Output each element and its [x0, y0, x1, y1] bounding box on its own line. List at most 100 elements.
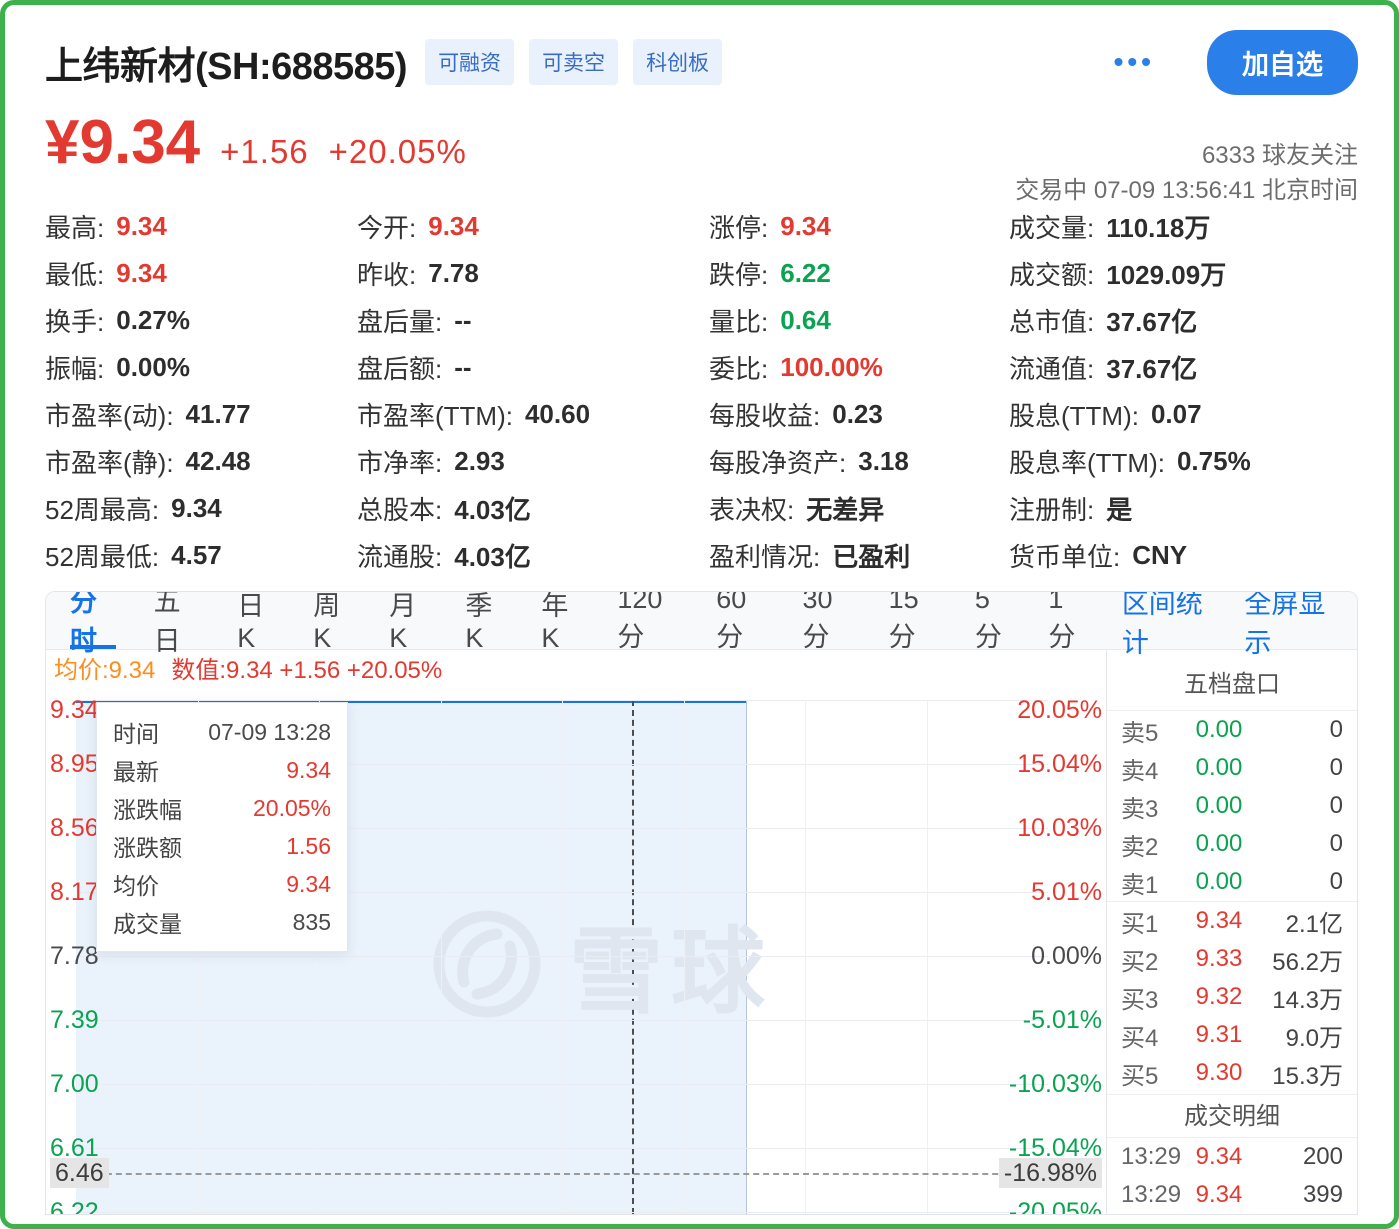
- quote-meta: 6333 球友关注 交易中 07-09 13:56:41 北京时间: [1015, 138, 1358, 208]
- level-volume: 0: [1253, 754, 1343, 782]
- stats-grid: 最高:9.34最低:9.34换手:0.27%振幅:0.00%市盈率(动):41.…: [45, 203, 1358, 579]
- stock-badge[interactable]: 可卖空: [529, 39, 618, 85]
- level-volume: 9.0万: [1253, 1018, 1343, 1053]
- stat-label: 股息(TTM):: [1009, 396, 1139, 433]
- stat-label: 每股净资产:: [709, 443, 846, 480]
- level-volume: 0: [1253, 868, 1343, 896]
- ask-row[interactable]: 卖30.000: [1107, 787, 1357, 825]
- level-label: 卖5: [1121, 713, 1185, 748]
- stats-column: 今开:9.34昨收:7.78盘后量:--盘后额:--市盈率(TTM):40.60…: [357, 203, 709, 579]
- v-gridline: [562, 700, 563, 1214]
- stat-label: 总市值:: [1009, 302, 1094, 339]
- stat-value: 37.67亿: [1106, 349, 1197, 386]
- tab-30分[interactable]: 30分: [802, 592, 850, 649]
- bid-rows: 买19.342.1亿买29.3356.2万买39.3214.3万买49.319.…: [1107, 901, 1357, 1092]
- price-axis-label: 7.39: [50, 1005, 99, 1035]
- stat-label: 盈利情况:: [709, 537, 820, 574]
- stat-label: 成交额:: [1009, 255, 1094, 292]
- stat-row: 市盈率(静):42.48: [45, 438, 357, 485]
- tab-月K[interactable]: 月K: [389, 592, 427, 649]
- stat-value: 1029.09万: [1106, 255, 1226, 292]
- price-axis-label: 9.34: [50, 695, 99, 725]
- stat-row: 市净率:2.93: [357, 438, 709, 485]
- tx-time: 13:29: [1121, 1143, 1185, 1171]
- ask-row[interactable]: 卖40.000: [1107, 749, 1357, 787]
- tab-年K[interactable]: 年K: [541, 592, 579, 649]
- ask-row[interactable]: 卖10.000: [1107, 863, 1357, 901]
- bid-row[interactable]: 买19.342.1亿: [1107, 902, 1357, 940]
- current-time-line: [746, 700, 747, 1214]
- tab-日K[interactable]: 日K: [237, 592, 275, 649]
- level-price: 9.33: [1185, 945, 1253, 973]
- stat-value: 2.93: [454, 446, 505, 477]
- stat-row: 流通股:4.03亿: [357, 532, 709, 579]
- level-price: 0.00: [1185, 716, 1253, 744]
- order-book-title: 五档盘口: [1107, 664, 1357, 711]
- tooltip-row: 均价9.34: [113, 865, 331, 903]
- tooltip-value: 1.56: [286, 833, 331, 860]
- bid-row[interactable]: 买59.3015.3万: [1107, 1054, 1357, 1092]
- stat-label: 昨收:: [357, 255, 416, 292]
- bid-row[interactable]: 买39.3214.3万: [1107, 978, 1357, 1016]
- more-menu-icon[interactable]: •••: [1114, 46, 1155, 78]
- current-price: ¥9.34: [45, 107, 200, 178]
- tooltip-row: 时间07-09 13:28: [113, 713, 331, 751]
- stat-value: 41.77: [186, 399, 251, 430]
- stat-value: --: [454, 352, 471, 383]
- stat-label: 成交量:: [1009, 208, 1094, 245]
- pct-axis-label: -20.05%: [1009, 1197, 1102, 1214]
- ask-row[interactable]: 卖50.000: [1107, 711, 1357, 749]
- stock-badge[interactable]: 可融资: [425, 39, 514, 85]
- stat-label: 市盈率(TTM):: [357, 396, 513, 433]
- tooltip-label: 成交量: [113, 905, 182, 939]
- level-price: 0.00: [1185, 830, 1253, 858]
- v-gridline: [805, 700, 806, 1214]
- tab-五日[interactable]: 五日: [154, 592, 200, 649]
- stat-row: 52周最低:4.57: [45, 532, 357, 579]
- stat-row: 表决权:无差异: [709, 485, 1009, 532]
- stat-row: 盈利情况:已盈利: [709, 532, 1009, 579]
- bid-row[interactable]: 买49.319.0万: [1107, 1016, 1357, 1054]
- tab-1分[interactable]: 1分: [1048, 592, 1084, 649]
- stats-column: 最高:9.34最低:9.34换手:0.27%振幅:0.00%市盈率(动):41.…: [45, 203, 357, 579]
- add-watchlist-button[interactable]: 加自选: [1207, 30, 1358, 95]
- stock-badge[interactable]: 科创板: [633, 39, 722, 85]
- tab-5分[interactable]: 5分: [975, 592, 1011, 649]
- tooltip-label: 最新: [113, 753, 159, 787]
- stat-label: 每股收益:: [709, 396, 820, 433]
- tab-分时[interactable]: 分时: [70, 592, 116, 649]
- stat-label: 注册制:: [1009, 490, 1094, 527]
- v-gridline: [927, 700, 928, 1214]
- stat-value: 0.75%: [1177, 446, 1251, 477]
- stat-row: 委比:100.00%: [709, 344, 1009, 391]
- tab-15分[interactable]: 15分: [889, 592, 937, 649]
- tab-周K[interactable]: 周K: [313, 592, 351, 649]
- stat-label: 涨停:: [709, 208, 768, 245]
- level-label: 买3: [1121, 980, 1185, 1015]
- stat-row: 最高:9.34: [45, 203, 357, 250]
- pct-axis-label: -5.01%: [1023, 1005, 1102, 1035]
- stat-value: 0.00%: [116, 352, 190, 383]
- chart-column: 均价:9.34 数值:9.34 +1.56 +20.05% 雪球: [46, 650, 1106, 1214]
- stat-value: 100.00%: [780, 352, 883, 383]
- ask-row[interactable]: 卖20.000: [1107, 825, 1357, 863]
- stat-row: 最低:9.34: [45, 250, 357, 297]
- stat-value: 9.34: [116, 258, 167, 289]
- timeshare-chart[interactable]: 雪球 时间07-09 13:28最新9.34涨跌幅20.05%涨跌额1.56均价…: [46, 684, 1106, 1214]
- tab-季K[interactable]: 季K: [465, 592, 503, 649]
- level-label: 买5: [1121, 1056, 1185, 1091]
- tab-120分[interactable]: 120分: [617, 592, 678, 649]
- stat-label: 量比:: [709, 302, 768, 339]
- pct-axis-label: -10.03%: [1009, 1069, 1102, 1099]
- avg-cost-dashed-line: [76, 1173, 1048, 1175]
- price-axis-label: 8.95: [50, 749, 99, 779]
- bid-row[interactable]: 买29.3356.2万: [1107, 940, 1357, 978]
- stat-row: 盘后量:--: [357, 297, 709, 344]
- stat-label: 市盈率(静):: [45, 443, 174, 480]
- stat-row: 货币单位:CNY: [1009, 532, 1358, 579]
- level-label: 卖3: [1121, 789, 1185, 824]
- tab-60分[interactable]: 60分: [716, 592, 764, 649]
- price-change: +1.56: [220, 133, 309, 171]
- stat-label: 最高:: [45, 208, 104, 245]
- stat-label: 市盈率(动):: [45, 396, 174, 433]
